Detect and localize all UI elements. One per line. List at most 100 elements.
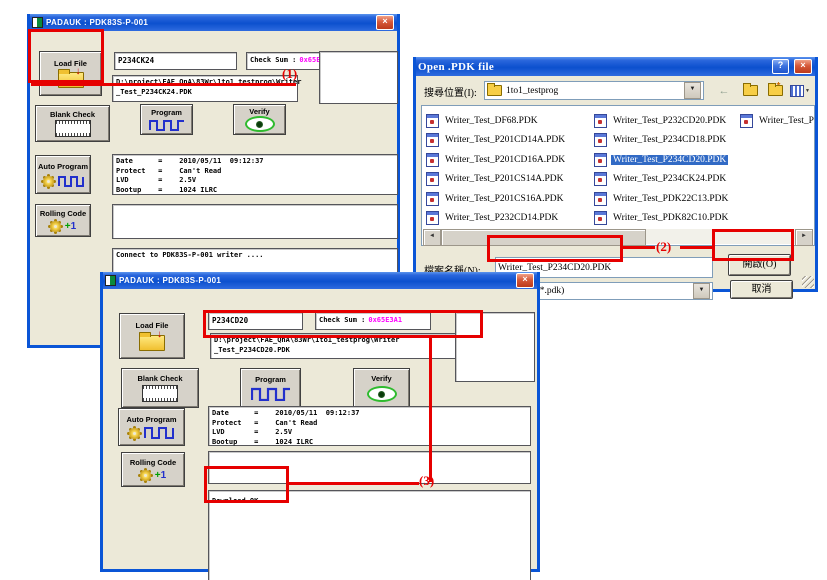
waveform-icon: [58, 176, 84, 187]
file-list[interactable]: Writer_Test_DF68.PDK Writer_Test_P201CD1…: [421, 105, 815, 246]
look-in-label: 搜尋位置(I):: [424, 84, 477, 99]
verify-button[interactable]: Verify: [233, 104, 286, 135]
pdk-file-icon: [426, 192, 439, 206]
eye-icon: [367, 386, 397, 402]
dialog-body: 搜尋位置(I): 1to1_testprog ▼ ← ↑ * ▼ Writer_…: [416, 76, 815, 289]
app-icon: [105, 275, 116, 286]
rolling-code-button[interactable]: Rolling Code +1: [121, 452, 185, 487]
back-icon[interactable]: ←: [714, 82, 734, 99]
rolling-code-box: [208, 451, 531, 484]
device-info-box: Date = 2010/05/11 09:12:37 Protect = Can…: [112, 154, 398, 195]
folder-icon: [487, 85, 502, 96]
cancel-button[interactable]: 取消: [730, 280, 793, 299]
device-name-field: P234CK24: [114, 52, 237, 70]
pdk-file-icon: [594, 133, 607, 147]
current-folder: 1to1_testprog: [506, 86, 680, 96]
writer-body: Load File ↓ P234CD20 Check Sum : 0x65E3A…: [103, 289, 537, 569]
file-item-selected[interactable]: Writer_Test_P234CD20.PDK: [594, 150, 730, 170]
chip-icon: [55, 120, 91, 137]
open-button[interactable]: 開啟(O): [728, 254, 791, 276]
gear-icon: [140, 470, 151, 481]
file-item[interactable]: Writer_Test_P201CS14A.PDK: [426, 170, 567, 190]
pdk-file-icon: [594, 153, 607, 167]
waveform-icon: [149, 119, 185, 131]
blank-check-button[interactable]: Blank Check: [121, 368, 199, 408]
pdk-file-icon: [594, 211, 607, 225]
file-column-3: Writer_Test_P: [740, 111, 816, 131]
file-item[interactable]: Writer_Test_P201CD16A.PDK: [426, 150, 567, 170]
look-in-combobox[interactable]: 1to1_testprog ▼: [484, 81, 704, 100]
eye-icon: [245, 116, 275, 132]
load-file-button[interactable]: Load File ↓: [39, 51, 102, 96]
pdk-file-icon: [426, 133, 439, 147]
pdk-file-icon: [426, 153, 439, 167]
file-path-box: D:\project\FAE_QnA\83Wr\1to1_testprog\Wr…: [112, 75, 298, 102]
pdk-file-icon: [594, 192, 607, 206]
title-bar[interactable]: PADAUK : PDK83S-P-001 ×: [103, 272, 537, 289]
title-bar[interactable]: PADAUK : PDK83S-P-001 ×: [30, 14, 397, 31]
program-button[interactable]: Program: [240, 368, 301, 408]
app-icon: [32, 17, 43, 28]
gear-icon: [129, 428, 140, 439]
writer-window-bottom: PADAUK : PDK83S-P-001 × Load File ↓ P234…: [100, 272, 540, 572]
file-item[interactable]: Writer_Test_P232CD14.PDK: [426, 209, 567, 229]
rolling-code-button[interactable]: Rolling Code +1: [35, 204, 91, 237]
red-arrow-icon: ↓: [76, 67, 81, 77]
buffer-listbox: [319, 51, 398, 104]
new-folder-icon[interactable]: *: [764, 82, 784, 99]
horizontal-scrollbar[interactable]: ◄ ►: [423, 229, 813, 244]
up-folder-icon[interactable]: ↑: [738, 82, 758, 99]
chevron-down-icon[interactable]: ▼: [693, 283, 710, 299]
file-item[interactable]: Writer_Test_P234CK24.PDK: [594, 170, 730, 190]
file-item[interactable]: Writer_Test_PDK82C10.PDK: [594, 209, 730, 229]
help-icon[interactable]: ?: [772, 59, 789, 74]
blank-check-button[interactable]: Blank Check: [35, 105, 110, 142]
buffer-listbox: [455, 312, 535, 382]
auto-program-button[interactable]: Auto Program: [35, 155, 91, 194]
pdk-file-icon: [594, 114, 607, 128]
scroll-left-icon[interactable]: ◄: [423, 229, 441, 246]
open-folder-icon: ↓: [139, 335, 165, 351]
device-info-box: Date = 2010/05/11 09:12:37 Protect = Can…: [208, 406, 531, 446]
file-item[interactable]: Writer_Test_P201CD14A.PDK: [426, 131, 567, 151]
waveform-icon: [144, 427, 174, 439]
device-name-field: P234CD20: [208, 312, 303, 330]
verify-button[interactable]: Verify: [353, 368, 410, 408]
pdk-file-icon: [740, 114, 753, 128]
open-pdk-dialog: Open .PDK file ? × 搜尋位置(I): 1to1_testpro…: [413, 57, 818, 292]
checksum-label: Check Sum :: [250, 56, 296, 66]
program-button[interactable]: Program: [140, 104, 193, 135]
dialog-title-bar[interactable]: Open .PDK file ? ×: [416, 57, 815, 76]
dialog-title: Open .PDK file: [418, 61, 494, 73]
window-title: PADAUK : PDK83S-P-001: [119, 276, 221, 285]
file-item[interactable]: Writer_Test_P234CD18.PDK: [594, 131, 730, 151]
resize-grip[interactable]: [802, 276, 814, 288]
waveform-icon: [251, 387, 291, 401]
file-item[interactable]: Writer_Test_DF68.PDK: [426, 111, 567, 131]
auto-program-button[interactable]: Auto Program: [118, 408, 185, 446]
open-folder-icon: ↓: [58, 72, 84, 88]
file-column-1: Writer_Test_DF68.PDK Writer_Test_P201CD1…: [426, 111, 567, 228]
file-item[interactable]: Writer_Test_PDK22C13.PDK: [594, 189, 730, 209]
scroll-right-icon[interactable]: ►: [795, 229, 813, 246]
red-arrow-icon: ↓: [157, 330, 162, 340]
file-item[interactable]: Writer_Test_P232CD20.PDK: [594, 111, 730, 131]
chevron-down-icon[interactable]: ▼: [684, 82, 701, 99]
pdk-file-icon: [594, 172, 607, 186]
window-title: PADAUK : PDK83S-P-001: [46, 18, 148, 27]
status-log-box: Download OK: [208, 490, 531, 580]
checksum-label: Check Sum :: [319, 316, 365, 326]
close-icon[interactable]: ×: [794, 59, 812, 74]
views-icon[interactable]: ▼: [790, 82, 810, 99]
file-path-box: D:\project\FAE_QnA\83Wr\1to1_testprog\Wr…: [210, 333, 481, 359]
close-icon[interactable]: ×: [516, 273, 534, 288]
pdk-file-icon: [426, 211, 439, 225]
load-file-button[interactable]: Load File ↓: [119, 313, 185, 359]
file-item[interactable]: Writer_Test_P201CS16A.PDK: [426, 189, 567, 209]
file-column-2: Writer_Test_P232CD20.PDK Writer_Test_P23…: [594, 111, 730, 228]
close-icon[interactable]: ×: [376, 15, 394, 30]
rolling-code-box: [112, 204, 398, 239]
scrollbar-thumb[interactable]: [441, 229, 646, 246]
pdk-file-icon: [426, 114, 439, 128]
file-item[interactable]: Writer_Test_P: [740, 111, 816, 131]
